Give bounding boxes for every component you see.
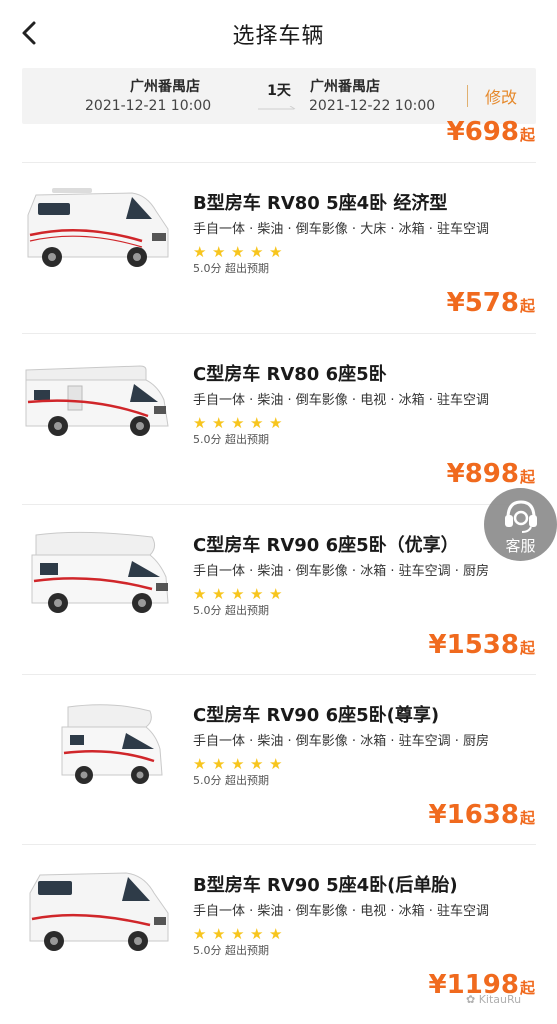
star-icon: ★ xyxy=(231,925,245,943)
motorhome-image xyxy=(25,365,169,436)
star-icon: ★ xyxy=(250,414,264,432)
nav-bar: 选择车辆 xyxy=(0,0,557,66)
star-icon: ★ xyxy=(250,585,264,603)
vehicle-features: 手自一体 · 柴油 · 倒车影像 · 大床 · 冰箱 · 驻车空调 xyxy=(193,222,489,237)
vehicle-name: B型房车 RV80 5座4卧 经济型 xyxy=(193,193,448,214)
star-icon: ★ xyxy=(193,925,207,943)
star-icon: ★ xyxy=(193,414,207,432)
star-icon: ★ xyxy=(250,925,264,943)
star-icon: ★ xyxy=(269,755,283,773)
edit-button[interactable]: 修改 xyxy=(485,84,517,108)
motorhome-image xyxy=(61,704,163,784)
star-icon: ★ xyxy=(212,755,226,773)
rating-text: 5.0分 超出预期 xyxy=(193,262,269,275)
star-icon: ★ xyxy=(193,585,207,603)
star-icon: ★ xyxy=(231,414,245,432)
vehicle-card[interactable]: B型房车 RV80 5座4卧 经济型 手自一体 · 柴油 · 倒车影像 · 大床… xyxy=(0,163,557,333)
vehicle-name: B型房车 RV90 5座4卧(后单胎) xyxy=(193,875,458,896)
vehicle-features: 手自一体 · 柴油 · 倒车影像 · 冰箱 · 驻车空调 · 厨房 xyxy=(193,564,489,579)
price: ¥1538起 xyxy=(428,630,535,660)
rental-duration: 1天 xyxy=(267,83,291,99)
vehicle-features: 手自一体 · 柴油 · 倒车影像 · 电视 · 冰箱 · 驻车空调 xyxy=(193,393,489,408)
star-icon: ★ xyxy=(193,755,207,773)
star-icon: ★ xyxy=(212,925,226,943)
pickup-time: 2021-12-21 10:00 xyxy=(85,98,212,114)
rating-stars: ★ ★ ★ ★ ★ xyxy=(193,243,283,261)
star-icon: ★ xyxy=(250,755,264,773)
price: ¥578起 xyxy=(446,288,535,318)
rating-text: 5.0分 超出预期 xyxy=(193,774,269,787)
headset-icon xyxy=(505,500,537,533)
rating-text: 5.0分 超出预期 xyxy=(193,944,269,957)
star-icon: ★ xyxy=(269,243,283,261)
star-icon: ★ xyxy=(231,243,245,261)
motorhome-image xyxy=(31,531,169,613)
rating-stars: ★ ★ ★ ★ ★ xyxy=(193,585,283,603)
star-icon: ★ xyxy=(212,243,226,261)
star-icon: ★ xyxy=(231,755,245,773)
vehicle-card[interactable]: C型房车 RV90 6座5卧(尊享) 手自一体 · 柴油 · 倒车影像 · 冰箱… xyxy=(0,675,557,845)
star-icon: ★ xyxy=(212,414,226,432)
route-summary[interactable]: 广州番禺店 2021-12-21 10:00 1天 广州番禺店 2021-12-… xyxy=(22,68,536,124)
star-icon: ★ xyxy=(269,585,283,603)
star-icon: ★ xyxy=(269,414,283,432)
campervan-image xyxy=(29,872,169,951)
vehicle-features: 手自一体 · 柴油 · 倒车影像 · 电视 · 冰箱 · 驻车空调 xyxy=(193,904,489,919)
rating-stars: ★ ★ ★ ★ ★ xyxy=(193,755,283,773)
pickup-store: 广州番禺店 xyxy=(130,79,200,95)
return-store: 广州番禺店 xyxy=(310,79,380,95)
star-icon: ★ xyxy=(231,585,245,603)
customer-service-button[interactable]: 客服 xyxy=(484,488,557,561)
page-title: 选择车辆 xyxy=(232,24,325,49)
rating-text: 5.0分 超出预期 xyxy=(193,604,269,617)
star-icon: ★ xyxy=(269,925,283,943)
star-icon: ★ xyxy=(250,243,264,261)
vehicle-name: C型房车 RV90 6座5卧（优享） xyxy=(193,535,459,556)
rating-text: 5.0分 超出预期 xyxy=(193,433,269,446)
watermark: ✿ KitauRu xyxy=(466,993,522,1006)
arrow-line-icon xyxy=(258,106,296,110)
return-time: 2021-12-22 10:00 xyxy=(309,98,436,114)
price: ¥698起 xyxy=(446,117,535,147)
customer-service-label: 客服 xyxy=(505,537,536,555)
campervan-image xyxy=(27,188,169,267)
vehicle-name: C型房车 RV90 6座5卧(尊享) xyxy=(193,705,440,726)
vehicle-card[interactable]: C型房车 RV90 6座5卧（优享） 手自一体 · 柴油 · 倒车影像 · 冰箱… xyxy=(0,505,557,675)
price: ¥1638起 xyxy=(428,800,535,830)
rating-stars: ★ ★ ★ ★ ★ xyxy=(193,414,283,432)
vehicle-features: 手自一体 · 柴油 · 倒车影像 · 冰箱 · 驻车空调 · 厨房 xyxy=(193,734,489,749)
vehicle-name: C型房车 RV80 6座5卧 xyxy=(193,364,387,385)
star-icon: ★ xyxy=(212,585,226,603)
vehicle-card[interactable]: B型房车 RV90 5座4卧(后单胎) 手自一体 · 柴油 · 倒车影像 · 电… xyxy=(0,845,557,1015)
divider xyxy=(467,85,468,107)
rating-stars: ★ ★ ★ ★ ★ xyxy=(193,925,283,943)
vehicle-card[interactable]: C型房车 RV80 6座5卧 手自一体 · 柴油 · 倒车影像 · 电视 · 冰… xyxy=(0,334,557,504)
star-icon: ★ xyxy=(193,243,207,261)
